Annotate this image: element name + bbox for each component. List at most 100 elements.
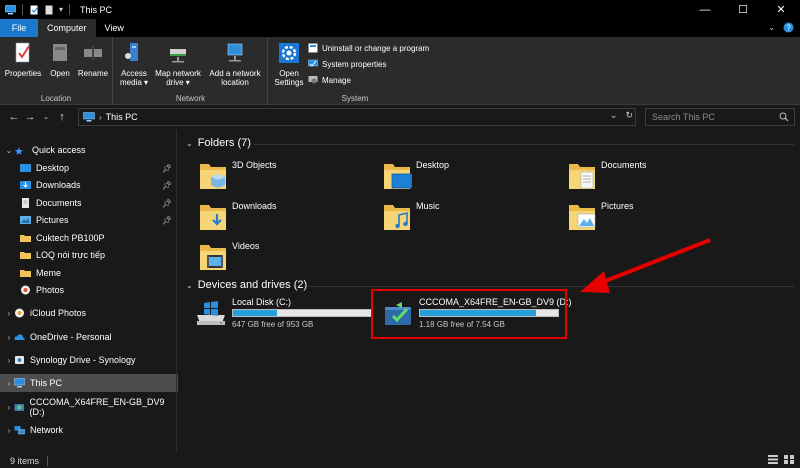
access-media-label-2: media ▾ — [119, 78, 149, 87]
properties-icon[interactable] — [29, 5, 40, 15]
folder-downloads[interactable]: Downloads — [198, 199, 277, 233]
tab-view[interactable]: View — [96, 19, 133, 37]
sidebar-item-onedrive[interactable]: › OneDrive - Personal — [0, 328, 178, 346]
collapse-chevron-icon[interactable]: ⌄ — [186, 139, 193, 148]
open-settings-button[interactable]: Open Settings — [271, 41, 307, 87]
address-dropdown-icon[interactable]: ⌄ — [610, 110, 618, 121]
system-properties-button[interactable]: System properties — [308, 59, 386, 69]
details-view-icon[interactable] — [768, 455, 778, 464]
new-folder-icon[interactable] — [44, 5, 55, 15]
expand-chevron-icon[interactable]: › — [4, 403, 14, 412]
manage-icon — [308, 76, 318, 84]
map-network-drive-button[interactable]: Map network drive ▾ — [150, 41, 206, 87]
synology-drive-icon — [15, 356, 24, 364]
uninstall-program-button[interactable]: Uninstall or change a program — [308, 43, 429, 53]
collapse-chevron-icon[interactable]: ⌄ — [186, 281, 193, 290]
sidebar-item-synology[interactable]: › Synology Drive - Synology — [0, 351, 178, 369]
icloud-photos-icon — [15, 308, 24, 318]
rename-button[interactable]: Rename — [76, 41, 110, 78]
sidebar-item-this-pc[interactable]: › This PC — [0, 374, 178, 392]
sidebar-label: Photos — [36, 285, 65, 295]
folder-pictures[interactable]: Pictures — [567, 199, 634, 233]
3d-objects-folder-icon — [200, 164, 226, 189]
sidebar-item-pictures[interactable]: Pictures 📌︎ — [0, 211, 178, 229]
drives-group-header[interactable]: ⌄ Devices and drives (2) — [186, 279, 307, 291]
folder-music[interactable]: Music — [382, 199, 440, 233]
address-bar[interactable]: › This PC ⌄ ↻ — [78, 108, 636, 126]
expand-chevron-icon[interactable]: › — [4, 426, 14, 435]
breadcrumb-this-pc[interactable]: This PC — [106, 112, 138, 122]
desktop-folder-icon — [384, 164, 412, 189]
svg-text:?: ? — [786, 24, 791, 33]
folder-icon — [20, 235, 31, 242]
back-arrow-icon[interactable]: ← — [6, 111, 22, 123]
open-button[interactable]: Open — [44, 41, 76, 78]
system-group-label: System — [341, 94, 369, 103]
folder-videos[interactable]: Videos — [198, 239, 259, 273]
maximize-button[interactable]: ☐ — [724, 0, 762, 19]
sidebar-item-cuktech[interactable]: Cuktech PB100P — [0, 229, 178, 247]
folders-group-header[interactable]: ⌄ Folders (7) — [186, 137, 251, 149]
expand-chevron-icon[interactable]: › — [4, 333, 14, 342]
dvd-drive-icon — [14, 404, 24, 411]
sidebar-item-dvd-drive[interactable]: › CCCOMA_X64FRE_EN-GB_DV9 (D:) — [0, 397, 178, 417]
folder-label: Pictures — [601, 201, 634, 211]
tab-file[interactable]: File — [0, 19, 38, 37]
sidebar-label: OneDrive - Personal — [30, 332, 112, 342]
open-settings-label-1: Open — [279, 69, 299, 78]
media-server-icon — [125, 43, 138, 61]
sidebar-item-photos[interactable]: Photos — [0, 281, 178, 299]
collapse-ribbon-icon[interactable]: ⌄ — [768, 23, 775, 32]
folder-3d-objects[interactable]: 3D Objects — [198, 158, 277, 192]
forward-arrow-icon[interactable]: → — [22, 111, 38, 123]
network-drive-icon — [170, 49, 186, 63]
expand-chevron-icon[interactable]: › — [4, 379, 14, 388]
up-arrow-icon[interactable]: ↑ — [54, 111, 70, 123]
drives-header-label: Devices and drives (2) — [197, 279, 308, 291]
search-input[interactable]: Search This PC — [645, 108, 795, 126]
sidebar-item-icloud-photos[interactable]: › iCloud Photos — [0, 304, 178, 322]
expand-chevron-icon[interactable]: › — [4, 309, 14, 318]
sidebar-label: CCCOMA_X64FRE_EN-GB_DV9 (D:) — [29, 397, 165, 417]
system-properties-label: System properties — [322, 59, 387, 69]
manage-button[interactable]: Manage — [308, 75, 351, 85]
breadcrumb-chevron-icon[interactable]: › — [99, 113, 102, 122]
onedrive-cloud-icon — [14, 334, 25, 340]
pin-icon: 📌︎ — [161, 163, 172, 173]
pane-divider[interactable] — [176, 130, 177, 452]
network-group: Access media ▾ Map network drive ▾ Add a… — [114, 37, 268, 105]
add-network-location-button[interactable]: Add a network location — [204, 41, 266, 87]
sidebar-item-quick-access[interactable]: ⌄ ★ Quick access — [0, 141, 178, 159]
sidebar-item-network[interactable]: › Network — [0, 421, 178, 439]
refresh-icon[interactable]: ↻ — [625, 110, 633, 121]
properties-icon — [15, 42, 30, 63]
sidebar-item-documents[interactable]: Documents 📌︎ — [0, 194, 178, 212]
add-location-label-2: location — [221, 78, 249, 87]
expand-chevron-icon[interactable]: ⌄ — [4, 146, 14, 155]
desktop-folder-icon — [20, 164, 31, 172]
open-label: Open — [50, 69, 70, 78]
expand-chevron-icon[interactable]: › — [4, 356, 14, 365]
large-icons-view-icon[interactable] — [784, 455, 794, 464]
sidebar-item-meme[interactable]: Meme — [0, 264, 178, 282]
recent-locations-chevron-icon[interactable]: ⌄ — [38, 113, 54, 121]
minimize-button[interactable]: — — [686, 0, 724, 19]
properties-button[interactable]: Properties — [3, 41, 43, 78]
customize-toolbar-icon[interactable]: ▾ — [59, 5, 63, 14]
programs-icon — [308, 43, 318, 53]
help-icon[interactable]: ? — [783, 22, 794, 33]
sidebar-label: Downloads — [36, 180, 81, 190]
sidebar-item-downloads[interactable]: Downloads 📌︎ — [0, 176, 178, 194]
sidebar-item-loq[interactable]: LOQ nói trực tiếp — [0, 246, 178, 264]
settings-gear-icon — [279, 43, 299, 63]
access-media-button[interactable]: Access media ▾ — [117, 41, 151, 87]
folder-desktop[interactable]: Desktop — [382, 158, 449, 192]
sidebar-label: Network — [30, 425, 64, 435]
folder-documents[interactable]: Documents — [567, 158, 647, 192]
close-button[interactable]: ✕ — [762, 0, 800, 19]
tab-computer[interactable]: Computer — [38, 19, 96, 37]
group-divider — [308, 286, 794, 287]
sidebar-item-desktop[interactable]: Desktop 📌︎ — [0, 159, 178, 177]
access-media-label-1: Access — [121, 69, 147, 78]
drive-local-disk-c[interactable]: Local Disk (C:) 647 GB free of 953 GB — [194, 297, 372, 341]
